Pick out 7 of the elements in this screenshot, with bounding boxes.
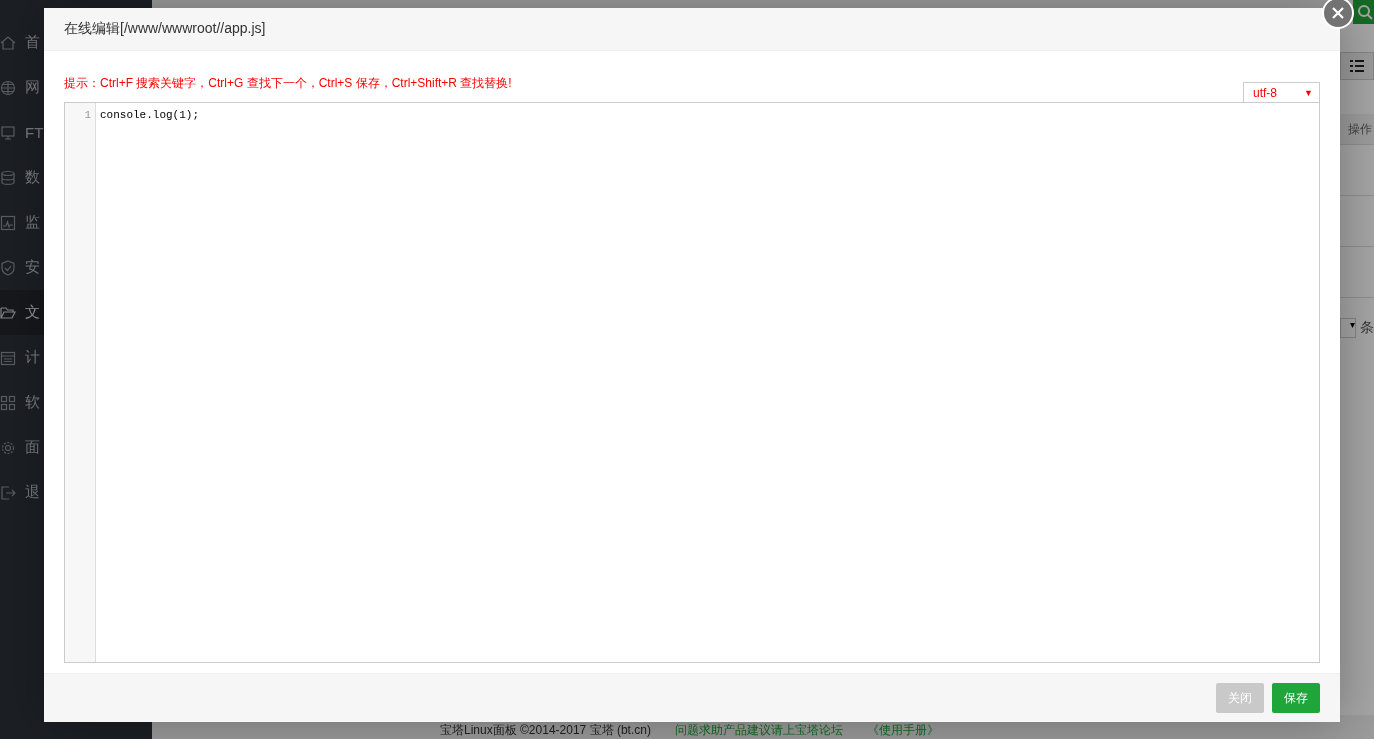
page-size-unit: 条 [1360, 319, 1374, 337]
code-line: console.log(1); [100, 109, 200, 121]
dialog-title: 在线编辑[/www/wwwroot//app.js] [64, 20, 266, 38]
line-number: 1 [83, 109, 92, 121]
hint-text: 提示：Ctrl+F 搜索关键字，Ctrl+G 查找下一个，Ctrl+S 保存，Ctrl+Shift+R 查找替换! [64, 75, 512, 92]
table-header: 操作 [1340, 114, 1374, 145]
footer-text: 宝塔Linux面板 ©2014-2017 宝塔 (bt.cn) [440, 723, 651, 739]
